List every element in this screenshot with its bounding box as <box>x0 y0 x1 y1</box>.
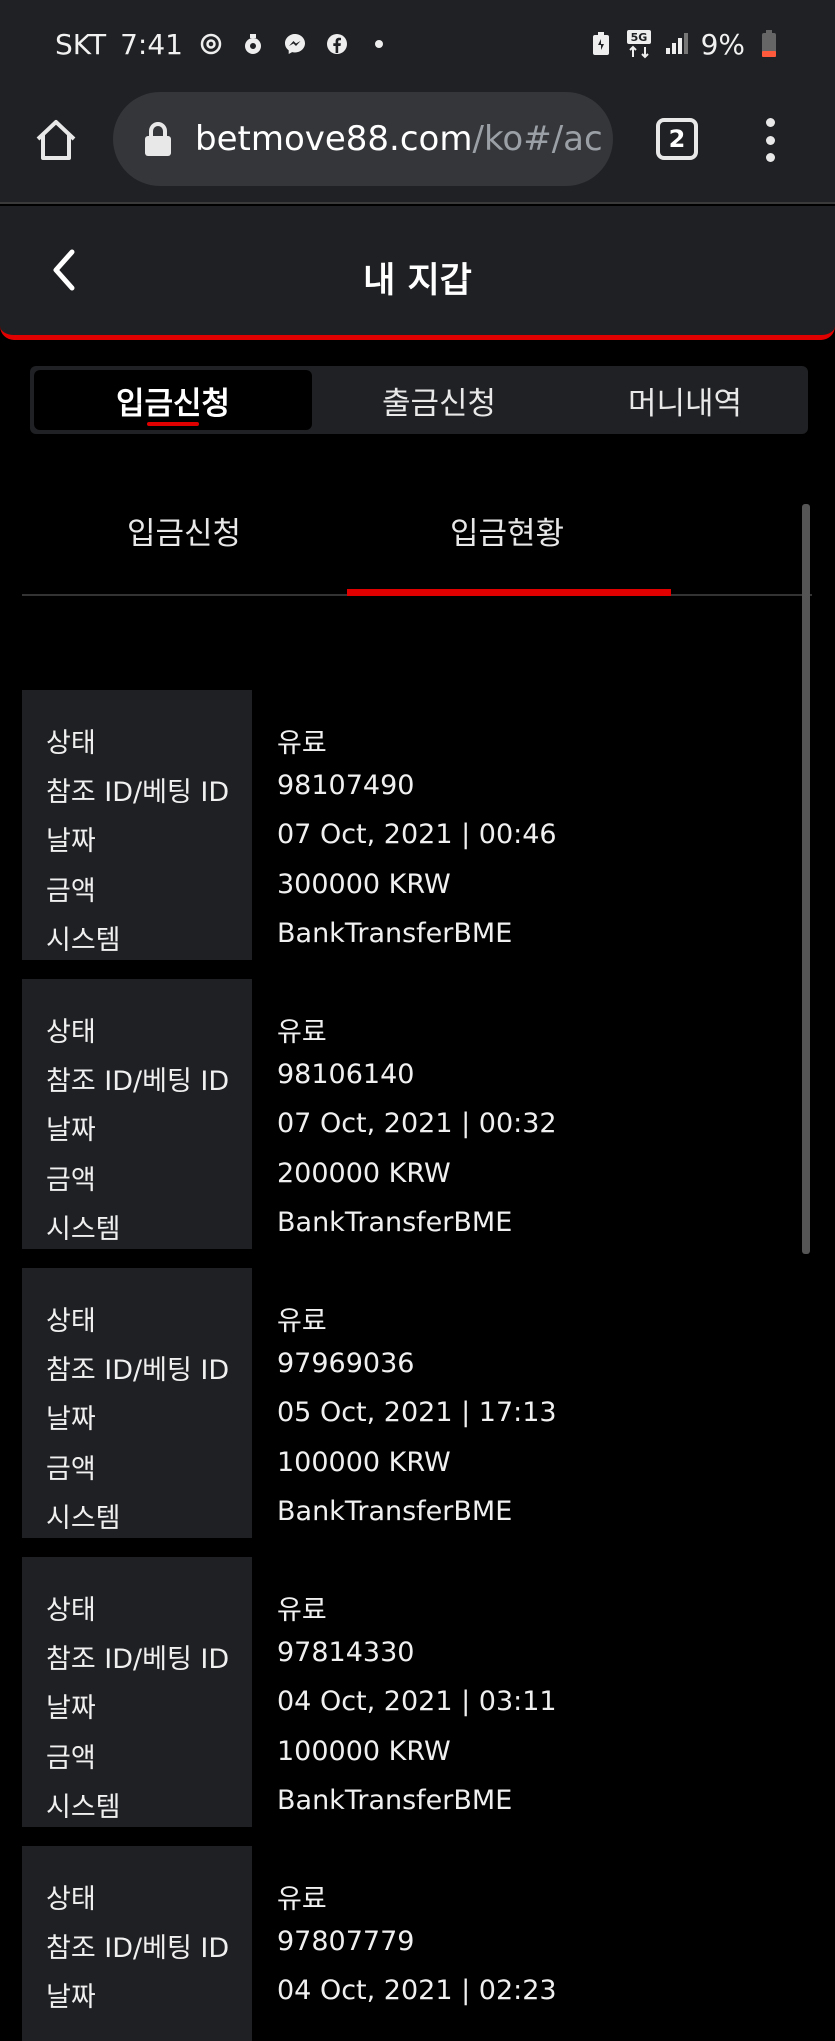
deposit-records-list: 상태 유료 참조 ID/베팅 ID 98107490 날짜 07 Oct, 20… <box>22 690 792 2041</box>
deposit-sub-tabs: 입금신청 입금현황 <box>22 480 812 596</box>
lock-icon <box>145 122 171 156</box>
deposit-record: 상태 유료 참조 ID/베팅 ID 97969036 날짜 05 Oct, 20… <box>22 1268 792 1538</box>
deposit-record: 상태 유료 참조 ID/베팅 ID 98107490 날짜 07 Oct, 20… <box>22 690 792 960</box>
date-label: 날짜 <box>46 826 96 857</box>
status-label: 상태 <box>46 1595 96 1626</box>
reference-value: 97969036 <box>277 1348 415 1379</box>
network-5g-icon: 5G <box>625 30 653 59</box>
scrollbar[interactable] <box>802 504 810 1254</box>
status-value: 유료 <box>277 1595 327 1626</box>
amount-value: 100000 KRW <box>277 1736 451 1767</box>
reference-label: 참조 ID/베팅 ID <box>46 1066 230 1097</box>
amount-value: 100000 KRW <box>277 1447 451 1478</box>
date-label: 날짜 <box>46 1982 96 2013</box>
date-value: 07 Oct, 2021 | 00:46 <box>277 819 557 850</box>
tab-label: 출금신청 <box>381 385 497 422</box>
date-value: 05 Oct, 2021 | 17:13 <box>277 1397 557 1428</box>
tab-money-history[interactable]: 머니내역 <box>562 366 808 434</box>
system-value: BankTransferBME <box>277 1785 513 1816</box>
amount-label: 금액 <box>46 876 96 907</box>
wallet-segment-tabs: 입금신청 출금신청 머니내역 <box>30 366 808 434</box>
amount-value: 300000 KRW <box>277 869 451 900</box>
url-host: betmove88.com <box>195 119 473 159</box>
amount-label: 금액 <box>46 1454 96 1485</box>
status-value: 유료 <box>277 728 327 759</box>
reference-label: 참조 ID/베팅 ID <box>46 777 230 808</box>
browser-menu-button[interactable] <box>758 114 782 166</box>
signal-icon <box>663 30 691 58</box>
menu-dot-icon <box>765 118 775 127</box>
deposit-record: 상태 유료 참조 ID/베팅 ID 97814330 날짜 04 Oct, 20… <box>22 1557 792 1827</box>
system-label: 시스템 <box>46 925 121 956</box>
browser-toolbar: betmove88.com/ko#/ac 2 <box>0 88 835 204</box>
battery-saver-icon <box>587 30 615 58</box>
reference-value: 98106140 <box>277 1059 415 1090</box>
home-icon <box>36 120 76 160</box>
tab-switcher-button[interactable]: 2 <box>656 118 698 160</box>
url-path: /ko#/ac <box>472 119 603 159</box>
amount-label: 금액 <box>46 1165 96 1196</box>
carrier-label: SKT <box>55 27 107 61</box>
facebook-icon <box>323 30 351 58</box>
svg-text:5G: 5G <box>630 31 647 44</box>
status-value: 유료 <box>277 1306 327 1337</box>
page-title: 내 지갑 <box>363 261 472 301</box>
system-label: 시스템 <box>46 1792 121 1823</box>
home-button[interactable] <box>30 114 82 166</box>
status-left: SKT 7:41 <box>55 28 383 61</box>
deposit-record: 상태 유료 참조 ID/베팅 ID 98106140 날짜 07 Oct, 20… <box>22 979 792 1249</box>
active-subtab-indicator <box>347 589 671 596</box>
date-label: 날짜 <box>46 1693 96 1724</box>
more-notifications-dot-icon <box>374 40 383 48</box>
status-bar: SKT 7:41 5G 9% <box>0 0 835 88</box>
date-value: 07 Oct, 2021 | 00:32 <box>277 1108 557 1139</box>
date-value: 04 Oct, 2021 | 02:23 <box>277 1975 557 2006</box>
date-label: 날짜 <box>46 1115 96 1146</box>
date-label: 날짜 <box>46 1404 96 1435</box>
battery-low-icon <box>755 30 783 58</box>
date-value: 04 Oct, 2021 | 03:11 <box>277 1686 557 1717</box>
system-value: BankTransferBME <box>277 1496 513 1527</box>
status-right: 5G 9% <box>587 28 783 61</box>
menu-dot-icon <box>765 153 775 162</box>
menu-dot-icon <box>765 135 775 145</box>
reference-label: 참조 ID/베팅 ID <box>46 1355 230 1386</box>
system-value: BankTransferBME <box>277 1207 513 1238</box>
status-value: 유료 <box>277 1884 327 1915</box>
reference-label: 참조 ID/베팅 ID <box>46 1644 230 1675</box>
sync-notification-icon <box>197 30 225 58</box>
reference-label: 참조 ID/베팅 ID <box>46 1933 230 1964</box>
subtab-deposit-request[interactable]: 입금신청 <box>127 508 241 553</box>
status-label: 상태 <box>46 1306 96 1337</box>
messenger-icon <box>281 30 309 58</box>
battery-percent: 9% <box>700 27 745 61</box>
tab-label: 머니내역 <box>627 385 743 422</box>
app-header: 내 지갑 <box>0 206 835 340</box>
tab-withdraw-request[interactable]: 출금신청 <box>316 366 562 434</box>
address-bar[interactable]: betmove88.com/ko#/ac <box>113 92 613 186</box>
active-tab-underline <box>147 422 199 426</box>
status-label: 상태 <box>46 1017 96 1048</box>
reference-value: 98107490 <box>277 770 415 801</box>
status-label: 상태 <box>46 728 96 759</box>
reference-value: 97807779 <box>277 1926 415 1957</box>
tab-deposit-request[interactable]: 입금신청 <box>34 370 312 430</box>
deposit-record: 상태 유료 참조 ID/베팅 ID 97807779 날짜 04 Oct, 20… <box>22 1846 792 2041</box>
amount-label: 금액 <box>46 1743 96 1774</box>
amount-value: 200000 KRW <box>277 1158 451 1189</box>
location-notification-icon <box>239 30 267 58</box>
tab-label: 입금신청 <box>115 385 231 422</box>
subtab-deposit-status[interactable]: 입금현황 <box>450 508 564 553</box>
reference-value: 97814330 <box>277 1637 415 1668</box>
tab-count: 2 <box>668 125 686 153</box>
system-label: 시스템 <box>46 1503 121 1534</box>
system-value: BankTransferBME <box>277 918 513 949</box>
clock: 7:41 <box>120 27 183 61</box>
status-value: 유료 <box>277 1017 327 1048</box>
status-label: 상태 <box>46 1884 96 1915</box>
system-label: 시스템 <box>46 1214 121 1245</box>
